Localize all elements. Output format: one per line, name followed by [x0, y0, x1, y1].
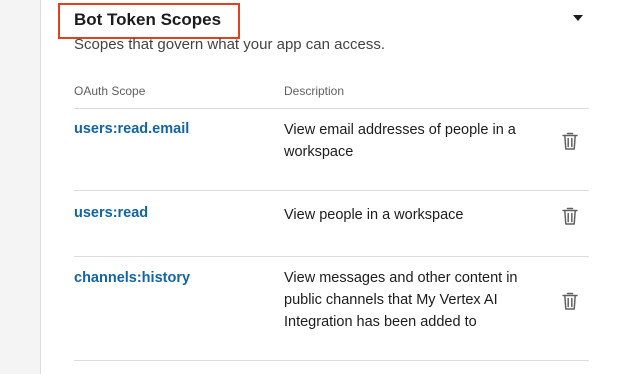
scope-link-users-read[interactable]: users:read	[74, 205, 148, 221]
column-header-oauth-scope: OAuth Scope	[74, 84, 146, 98]
row-divider	[74, 360, 589, 361]
trash-icon[interactable]	[562, 291, 578, 311]
bot-token-scopes-panel: Bot Token Scopes Scopes that govern what…	[40, 0, 622, 374]
scope-link-channels-history[interactable]: channels:history	[74, 270, 190, 286]
column-header-description: Description	[284, 84, 345, 98]
section-title: Bot Token Scopes	[74, 10, 222, 29]
header-divider	[74, 108, 589, 109]
trash-icon[interactable]	[562, 131, 578, 151]
trash-icon[interactable]	[562, 206, 578, 226]
row-divider	[74, 256, 589, 257]
scope-description: View messages and other content in publi…	[284, 270, 518, 330]
caret-down-icon[interactable]	[573, 15, 583, 21]
scope-description: View email addresses of people in a work…	[284, 122, 516, 160]
scope-link-users-read-email[interactable]: users:read.email	[74, 121, 189, 137]
section-subtitle: Scopes that govern what your app can acc…	[74, 36, 386, 53]
scope-description: View people in a workspace	[284, 207, 464, 223]
row-divider	[74, 190, 589, 191]
